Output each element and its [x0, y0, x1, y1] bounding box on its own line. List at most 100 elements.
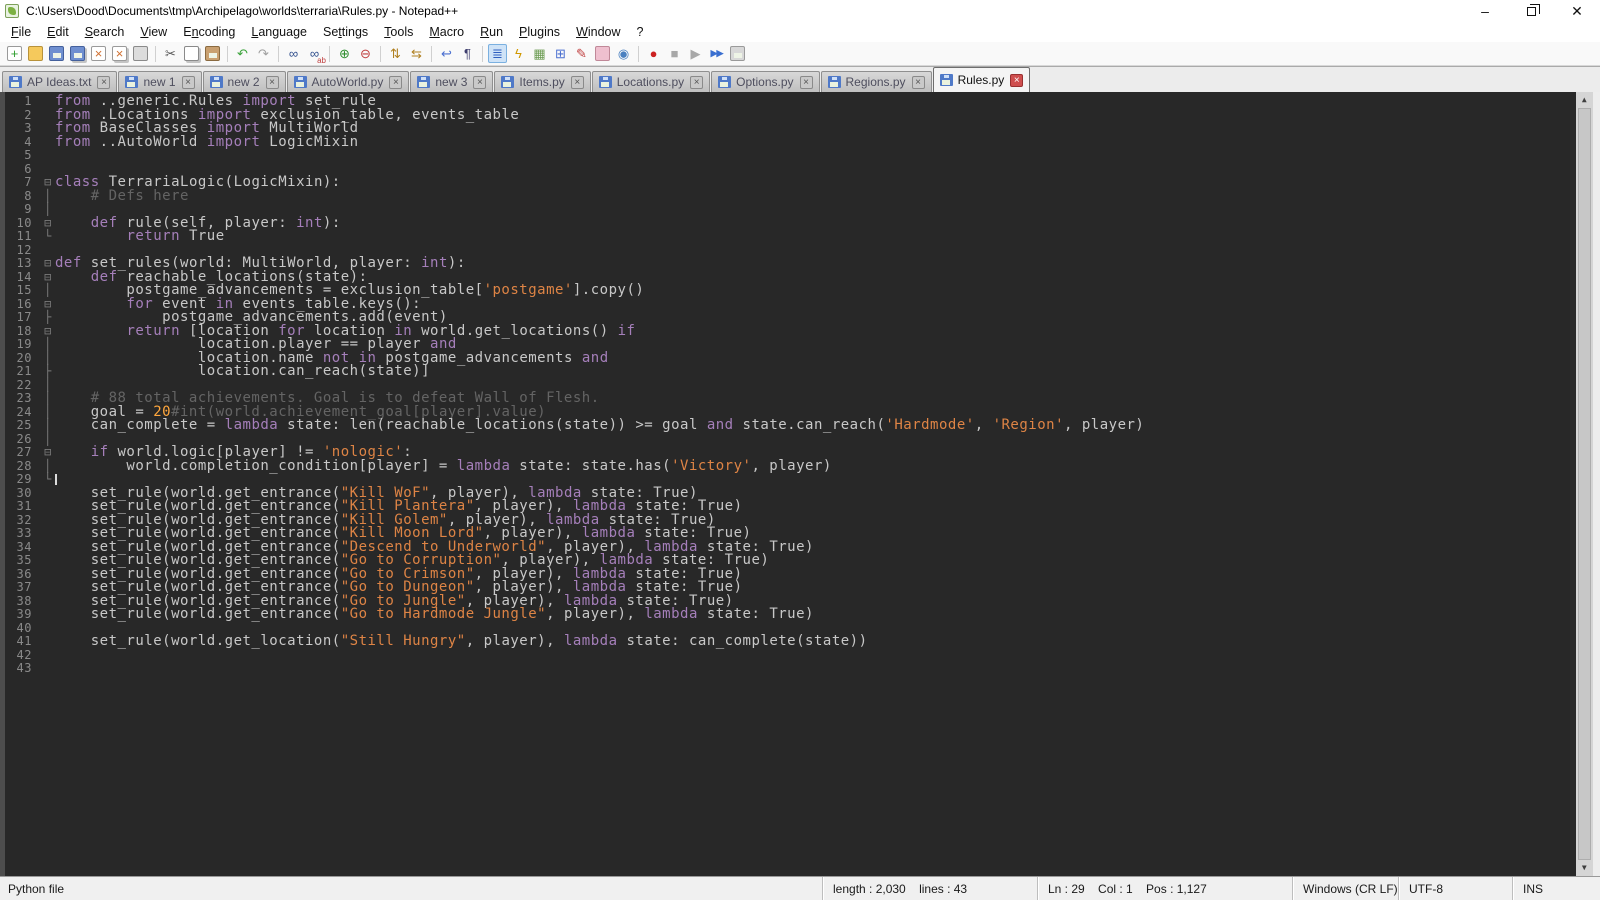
line-number[interactable]: 28	[5, 460, 41, 474]
scrollbar-thumb[interactable]	[1578, 108, 1591, 860]
line-number[interactable]: 15	[5, 284, 41, 298]
line-number[interactable]: 38	[5, 595, 41, 609]
editor[interactable]: 1from ..generic.Rules import set_rule2fr…	[0, 92, 1600, 876]
open-folder-icon[interactable]	[28, 46, 43, 61]
line-number[interactable]: 27	[5, 446, 41, 460]
code-line[interactable]: 7⊟class TerrariaLogic(LogicMixin):	[5, 176, 1576, 190]
tab-close-icon[interactable]: ×	[690, 76, 703, 89]
cut-icon[interactable]: ✂	[161, 44, 180, 63]
macro-play-icon[interactable]: ▶	[686, 44, 705, 63]
line-number[interactable]: 35	[5, 554, 41, 568]
new-file-icon[interactable]: +	[7, 46, 22, 61]
menu-encoding[interactable]: Encoding	[175, 23, 243, 41]
code-line[interactable]: 11└ return True	[5, 230, 1576, 244]
tab-rules-py[interactable]: Rules.py×	[933, 67, 1031, 92]
code-line[interactable]: 43	[5, 662, 1576, 676]
line-number[interactable]: 25	[5, 419, 41, 433]
line-number[interactable]: 22	[5, 379, 41, 393]
line-number[interactable]: 41	[5, 635, 41, 649]
line-number[interactable]: 43	[5, 662, 41, 676]
vertical-scrollbar[interactable]: ▲ ▼	[1576, 92, 1593, 876]
save-icon[interactable]	[49, 46, 64, 61]
line-number[interactable]: 11	[5, 230, 41, 244]
project-panel-icon[interactable]	[595, 46, 610, 61]
fold-collapse-icon[interactable]: ⊟	[41, 298, 55, 312]
line-number[interactable]: 17	[5, 311, 41, 325]
tab-locations-py[interactable]: Locations.py×	[592, 71, 710, 92]
line-number[interactable]: 24	[5, 406, 41, 420]
tab-close-icon[interactable]: ×	[571, 76, 584, 89]
line-number[interactable]: 18	[5, 325, 41, 339]
macro-stop-icon[interactable]: ■	[665, 44, 684, 63]
line-number[interactable]: 37	[5, 581, 41, 595]
menu-view[interactable]: View	[132, 23, 175, 41]
tab-close-icon[interactable]: ×	[800, 76, 813, 89]
menu-window[interactable]: Window	[568, 23, 628, 41]
fold-collapse-icon[interactable]: ⊟	[41, 325, 55, 339]
tab-ap-ideas-txt[interactable]: AP Ideas.txt×	[2, 71, 117, 92]
macro-save-icon[interactable]	[730, 46, 745, 61]
line-number[interactable]: 30	[5, 487, 41, 501]
zoom-out-icon[interactable]: ⊖	[356, 44, 375, 63]
menu-language[interactable]: Language	[243, 23, 315, 41]
restore-button[interactable]	[1508, 0, 1554, 22]
fold-collapse-icon[interactable]: ⊟	[41, 176, 55, 190]
line-number[interactable]: 34	[5, 541, 41, 555]
line-number[interactable]: 42	[5, 649, 41, 663]
undo-icon[interactable]: ↶	[233, 44, 252, 63]
code-line[interactable]: 4from ..AutoWorld import LogicMixin	[5, 136, 1576, 150]
code-line[interactable]: 5	[5, 149, 1576, 163]
menu-run[interactable]: Run	[472, 23, 511, 41]
tab-close-icon[interactable]: ×	[389, 76, 402, 89]
code-line[interactable]: 8│ # Defs here	[5, 190, 1576, 204]
fold-collapse-icon[interactable]: ⊟	[41, 271, 55, 285]
sync-horizontal-icon[interactable]: ⇆	[407, 44, 426, 63]
tab-items-py[interactable]: Items.py×	[494, 71, 590, 92]
line-number[interactable]: 33	[5, 527, 41, 541]
tab-close-icon[interactable]: ×	[182, 76, 195, 89]
scroll-down-icon[interactable]: ▼	[1582, 863, 1587, 873]
code-area[interactable]: 1from ..generic.Rules import set_rule2fr…	[5, 92, 1576, 876]
line-number[interactable]: 20	[5, 352, 41, 366]
tab-new-1[interactable]: new 1×	[118, 71, 201, 92]
close-icon[interactable]: ×	[91, 46, 106, 61]
copy-icon[interactable]	[184, 46, 199, 61]
redo-icon[interactable]: ↷	[254, 44, 273, 63]
save-all-icon[interactable]	[70, 46, 85, 61]
macro-run-multiple-icon[interactable]: ▶▶	[707, 44, 726, 63]
line-number[interactable]: 36	[5, 568, 41, 582]
line-number[interactable]: 9	[5, 203, 41, 217]
document-map-icon[interactable]: ▦	[530, 44, 549, 63]
tab-close-icon[interactable]: ×	[97, 76, 110, 89]
find-icon[interactable]: ∞	[284, 44, 303, 63]
zoom-in-icon[interactable]: ⊕	[335, 44, 354, 63]
line-number[interactable]: 23	[5, 392, 41, 406]
line-number[interactable]: 39	[5, 608, 41, 622]
close-button[interactable]: ✕	[1554, 0, 1600, 22]
tab-close-icon[interactable]: ×	[1010, 74, 1023, 87]
menu-macro[interactable]: Macro	[421, 23, 472, 41]
tab-new-2[interactable]: new 2×	[203, 71, 286, 92]
line-number[interactable]: 29	[5, 473, 41, 487]
line-number[interactable]: 4	[5, 136, 41, 150]
macro-record-icon[interactable]: ●	[644, 44, 663, 63]
tab-close-icon[interactable]: ×	[912, 76, 925, 89]
line-number[interactable]: 1	[5, 95, 41, 109]
menu-file[interactable]: File	[3, 23, 39, 41]
function-list-icon[interactable]: ϟ	[509, 44, 528, 63]
tab-autoworld-py[interactable]: AutoWorld.py×	[287, 71, 410, 92]
menu-[interactable]: ?	[629, 23, 652, 41]
word-wrap-icon[interactable]: ↩	[437, 44, 456, 63]
menu-tools[interactable]: Tools	[376, 23, 421, 41]
tab-new-3[interactable]: new 3×	[410, 71, 493, 92]
show-all-characters-icon[interactable]: ¶	[458, 44, 477, 63]
line-number[interactable]: 2	[5, 109, 41, 123]
code-line[interactable]: 10⊟ def rule(self, player: int):	[5, 217, 1576, 231]
menu-settings[interactable]: Settings	[315, 23, 376, 41]
line-number[interactable]: 32	[5, 514, 41, 528]
line-number[interactable]: 40	[5, 622, 41, 636]
line-number[interactable]: 7	[5, 176, 41, 190]
monitoring-icon[interactable]: ◉	[614, 44, 633, 63]
tab-options-py[interactable]: Options.py×	[711, 71, 819, 92]
line-number[interactable]: 16	[5, 298, 41, 312]
